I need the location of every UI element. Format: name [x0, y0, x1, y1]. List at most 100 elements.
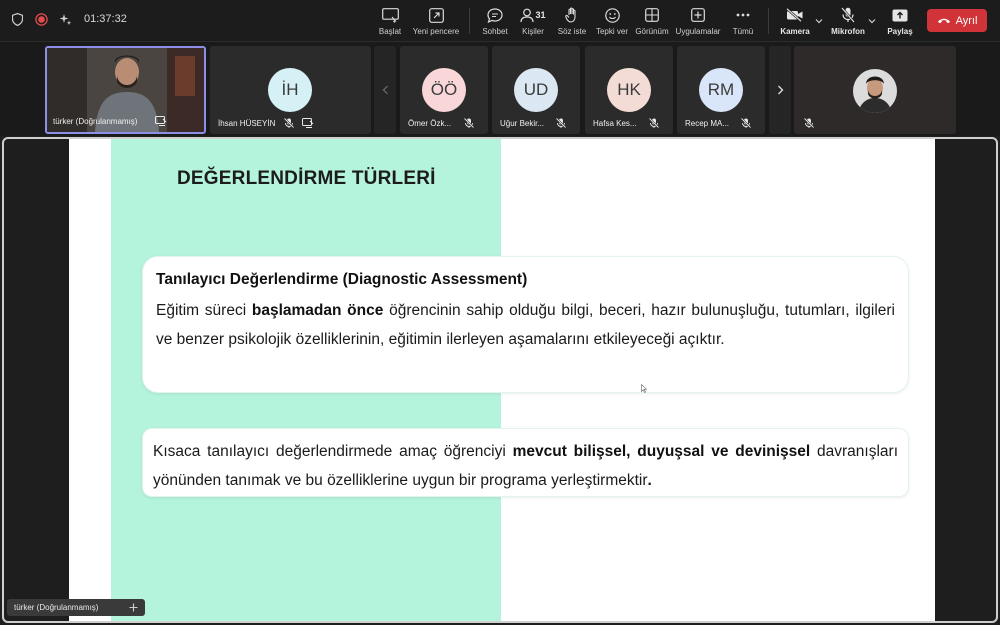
- strip-next-button[interactable]: [769, 46, 791, 134]
- avatar-initials: RM: [707, 80, 735, 99]
- leave-label: Ayrıl: [955, 14, 978, 27]
- participant-tile[interactable]: [794, 46, 956, 134]
- summary-text-part: Kısaca tanılayıcı değerlendirmede amaç ö…: [153, 443, 513, 460]
- diagnostic-assessment-card: Tanılayıcı Değerlendirme (Diagnostic Ass…: [142, 256, 909, 393]
- toolbar-divider: [768, 8, 769, 34]
- view-icon: [645, 6, 659, 24]
- participant-name: türker (Doğrulanmamış): [53, 117, 138, 126]
- react-icon: [604, 6, 620, 24]
- muted-mic-icon: [741, 118, 751, 128]
- avatar-initials: İH: [281, 80, 299, 99]
- presentation-slide: DEĞERLENDİRME TÜRLERİ Tanılayıcı Değerle…: [69, 139, 935, 621]
- slide-title: DEĞERLENDİRME TÜRLERİ: [177, 168, 436, 189]
- react-button[interactable]: Tepki ver: [595, 6, 629, 36]
- mic-label: Mikrofon: [831, 27, 865, 36]
- participant-tile[interactable]: İH İhsan HÜSEYİN: [210, 46, 371, 134]
- camera-label: Kamera: [780, 27, 810, 36]
- sparkle-icon[interactable]: [58, 12, 72, 26]
- strip-prev-button[interactable]: [374, 46, 396, 134]
- more-label: Tümü: [732, 27, 754, 36]
- chat-button[interactable]: Sohbet: [481, 6, 509, 36]
- start-screen-icon: [381, 6, 399, 24]
- participant-tile-active[interactable]: türker (Doğrulanmamış): [45, 46, 206, 134]
- participant-tile[interactable]: HK Hafsa Kes...: [585, 46, 673, 134]
- mic-options-chevron-icon[interactable]: [868, 17, 876, 25]
- more-button[interactable]: Tümü: [731, 6, 755, 36]
- card-text-bold: başlamadan önce: [251, 302, 384, 319]
- share-button[interactable]: Paylaş: [886, 6, 914, 36]
- mouse-cursor-icon: [641, 384, 647, 393]
- leave-button[interactable]: Ayrıl: [927, 9, 987, 32]
- raise-hand-icon: [565, 6, 579, 24]
- shield-icon[interactable]: [10, 12, 24, 26]
- chat-icon: [487, 6, 503, 24]
- camera-options-chevron-icon[interactable]: [815, 17, 823, 25]
- participant-tile[interactable]: ÖÖ Ömer Özk...: [400, 46, 488, 134]
- people-button[interactable]: 31 Kişiler: [519, 6, 547, 36]
- card-text: Eğitim süreci başlamadan önce öğrencinin…: [156, 296, 895, 354]
- apps-icon: [691, 6, 705, 24]
- meeting-timer: 01:37:32: [84, 13, 127, 25]
- participant-strip: türker (Doğrulanmamış) İH İhsan HÜSEYİN …: [0, 42, 1000, 136]
- camera-off-icon: [786, 6, 804, 24]
- people-icon: 31: [520, 6, 546, 24]
- share-label: Paylaş: [887, 27, 913, 36]
- chevron-left-icon: [382, 85, 388, 95]
- start-label: Başlat: [378, 27, 402, 36]
- meeting-toolbar: 01:37:32 Başlat Yeni pencere Sohbet 31 K…: [0, 0, 1000, 42]
- more-icon: [736, 6, 750, 24]
- muted-mic-icon: [284, 118, 294, 128]
- apps-button[interactable]: Uygulamalar: [676, 6, 720, 36]
- participant-name: İhsan HÜSEYİN: [218, 119, 276, 128]
- raise-hand-label: Söz iste: [557, 27, 587, 36]
- camera-button[interactable]: Kamera: [779, 6, 811, 36]
- people-label: Kişiler: [522, 27, 544, 36]
- muted-mic-icon: [464, 118, 474, 128]
- avatar-initials: UD: [523, 80, 549, 99]
- participant-name: Recep MA...: [685, 119, 730, 128]
- presenter-label[interactable]: türker (Doğrulanmamış): [7, 599, 145, 616]
- screen-share-icon: [302, 118, 314, 128]
- participant-tile[interactable]: RM Recep MA...: [677, 46, 765, 134]
- muted-mic-icon: [649, 118, 659, 128]
- view-label: Görünüm: [635, 27, 669, 36]
- start-button[interactable]: Başlat: [378, 6, 402, 36]
- card-text-part: Eğitim süreci: [156, 302, 252, 319]
- raise-hand-button[interactable]: Söz iste: [556, 6, 588, 36]
- summary-text: Kısaca tanılayıcı değerlendirmede amaç ö…: [153, 437, 898, 495]
- new-window-icon: [428, 6, 444, 24]
- participant-photo: [853, 69, 897, 113]
- summary-text-end: .: [647, 472, 652, 489]
- participant-tile[interactable]: UD Uğur Bekir...: [492, 46, 580, 134]
- avatar: ÖÖ: [422, 68, 466, 112]
- avatar: UD: [514, 68, 558, 112]
- add-icon[interactable]: [129, 603, 138, 612]
- new-window-label: Yeni pencere: [412, 27, 460, 36]
- apps-label: Uygulamalar: [675, 27, 721, 36]
- mic-off-icon: [841, 6, 855, 24]
- muted-mic-icon: [804, 118, 814, 128]
- summary-card: Kısaca tanılayıcı değerlendirmede amaç ö…: [142, 428, 909, 497]
- shared-screen: DEĞERLENDİRME TÜRLERİ Tanılayıcı Değerle…: [2, 137, 998, 623]
- screen-share-icon: [155, 116, 167, 126]
- avatar-initials: ÖÖ: [430, 80, 458, 99]
- view-button[interactable]: Görünüm: [635, 6, 669, 36]
- participant-name: Ömer Özk...: [408, 119, 452, 128]
- react-label: Tepki ver: [595, 27, 628, 36]
- avatar: İH: [268, 68, 312, 112]
- share-icon: [892, 6, 908, 24]
- chat-label: Sohbet: [482, 27, 508, 36]
- participant-name: Hafsa Kes...: [593, 119, 637, 128]
- people-count: 31: [535, 10, 546, 20]
- card-heading: Tanılayıcı Değerlendirme (Diagnostic Ass…: [156, 271, 528, 288]
- muted-mic-icon: [556, 118, 566, 128]
- toolbar-divider: [469, 8, 470, 34]
- participant-name: Uğur Bekir...: [500, 119, 545, 128]
- recording-icon[interactable]: [34, 12, 48, 26]
- summary-text-bold: mevcut bilişsel, duyuşsal ve devinişsel: [512, 443, 811, 460]
- avatar: HK: [607, 68, 651, 112]
- chevron-right-icon: [777, 85, 783, 95]
- new-window-button[interactable]: Yeni pencere: [413, 6, 459, 36]
- mic-button[interactable]: Mikrofon: [830, 6, 866, 36]
- meeting-window: 01:37:32 Başlat Yeni pencere Sohbet 31 K…: [0, 0, 1000, 625]
